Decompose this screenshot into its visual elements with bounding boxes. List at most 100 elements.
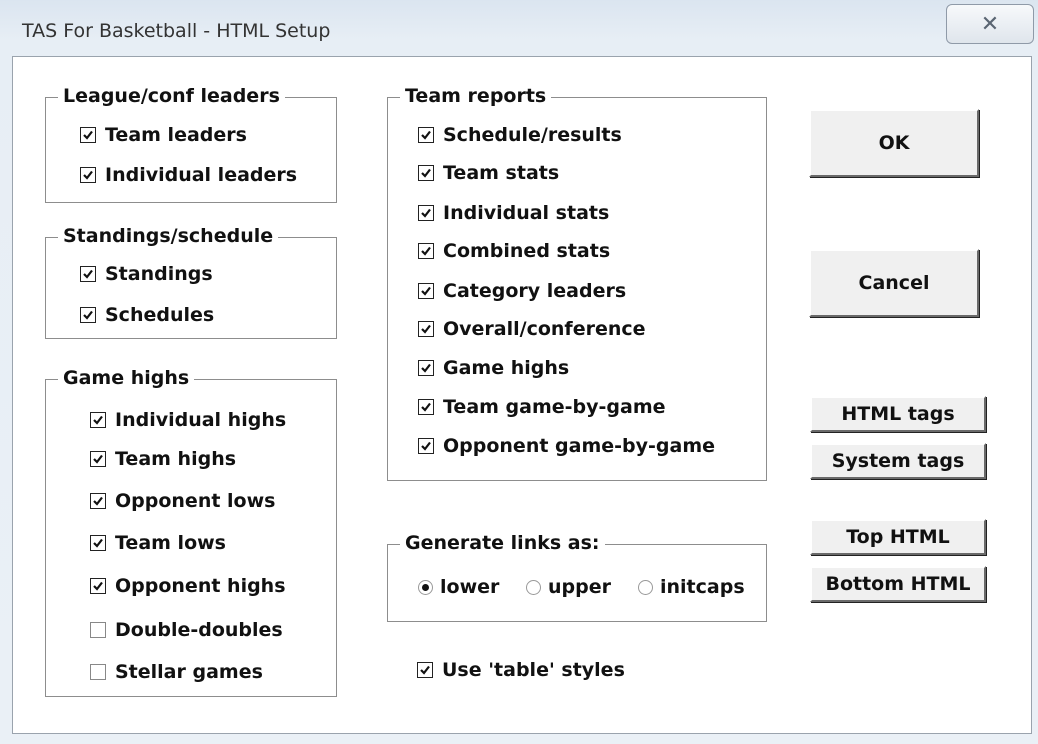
checkbox-category-leaders[interactable]: Category leaders	[418, 279, 626, 303]
league-leaders-group: League/conf leaders Team leaders Individ…	[45, 84, 337, 203]
checkmark-icon	[83, 170, 93, 180]
checkbox-standings[interactable]: Standings	[80, 262, 213, 286]
checkbox-double-doubles[interactable]: Double-doubles	[90, 618, 283, 642]
checkbox-team-lows[interactable]: Team lows	[90, 531, 226, 555]
checkbox-box[interactable]	[80, 307, 96, 323]
checkbox-team-stats[interactable]: Team stats	[418, 161, 559, 185]
checkbox-box[interactable]	[417, 662, 433, 678]
system-tags-button[interactable]: System tags	[810, 443, 986, 479]
checkbox-box[interactable]	[418, 438, 434, 454]
checkmark-icon	[421, 363, 431, 373]
checkmark-icon	[93, 496, 103, 506]
standings-schedule-title: Standings/schedule	[58, 224, 279, 248]
close-icon: ✕	[980, 11, 1000, 37]
checkbox-label: Team lows	[115, 532, 226, 554]
window-title: TAS For Basketball - HTML Setup	[22, 20, 331, 42]
checkmark-icon	[421, 246, 431, 256]
ok-button[interactable]: OK	[809, 109, 979, 177]
checkbox-individual-highs[interactable]: Individual highs	[90, 408, 286, 432]
checkmark-icon	[421, 441, 431, 451]
checkmark-icon	[93, 581, 103, 591]
checkbox-label: Schedules	[105, 304, 215, 326]
standings-schedule-group: Standings/schedule Standings Schedules	[45, 224, 337, 339]
checkbox-box[interactable]	[80, 266, 96, 282]
checkbox-game-highs-report[interactable]: Game highs	[418, 356, 569, 380]
checkbox-box[interactable]	[418, 243, 434, 259]
checkbox-schedules[interactable]: Schedules	[80, 303, 214, 327]
checkbox-box[interactable]	[90, 451, 106, 467]
generate-links-title: Generate links as:	[400, 531, 605, 555]
top-html-button[interactable]: Top HTML	[810, 519, 986, 555]
checkmark-icon	[83, 130, 93, 140]
generate-links-group: Generate links as: lower upper initcaps	[387, 531, 767, 622]
checkmark-icon	[93, 538, 103, 548]
checkbox-team-highs[interactable]: Team highs	[90, 447, 236, 471]
checkbox-box[interactable]	[418, 165, 434, 181]
checkbox-label: Schedule/results	[443, 124, 622, 146]
radio-lower[interactable]: lower	[418, 575, 499, 599]
checkbox-label: Standings	[105, 263, 213, 285]
radio-button[interactable]	[418, 579, 433, 595]
checkbox-opponent-game-by-game[interactable]: Opponent game-by-game	[418, 434, 715, 458]
checkbox-box[interactable]	[90, 412, 106, 428]
checkbox-label: Category leaders	[443, 280, 627, 302]
checkbox-label: Team leaders	[105, 124, 247, 146]
dialog-client-area: League/conf leaders Team leaders Individ…	[12, 56, 1032, 734]
checkbox-label: Opponent game-by-game	[443, 435, 716, 457]
checkbox-schedule-results[interactable]: Schedule/results	[418, 123, 622, 147]
radio-button[interactable]	[638, 579, 653, 595]
checkbox-team-game-by-game[interactable]: Team game-by-game	[418, 395, 666, 419]
checkbox-box[interactable]	[90, 493, 106, 509]
checkbox-box[interactable]	[90, 535, 106, 551]
checkbox-box[interactable]	[80, 127, 96, 143]
league-leaders-title: League/conf leaders	[58, 84, 285, 108]
checkbox-label: Game highs	[443, 357, 570, 379]
checkbox-box[interactable]	[418, 399, 434, 415]
checkbox-opponent-highs[interactable]: Opponent highs	[90, 574, 286, 598]
radio-button[interactable]	[526, 579, 541, 595]
checkbox-team-leaders[interactable]: Team leaders	[80, 123, 247, 147]
checkbox-label: Individual leaders	[105, 164, 298, 186]
radio-label: upper	[548, 576, 611, 598]
checkmark-icon	[83, 269, 93, 279]
checkbox-stellar-games[interactable]: Stellar games	[90, 660, 263, 684]
checkbox-box[interactable]	[418, 321, 434, 337]
radio-initcaps[interactable]: initcaps	[638, 575, 745, 599]
checkbox-use-table-styles[interactable]: Use 'table' styles	[417, 658, 625, 682]
checkmark-icon	[93, 454, 103, 464]
html-tags-button[interactable]: HTML tags	[810, 396, 986, 432]
checkbox-opponent-lows[interactable]: Opponent lows	[90, 489, 275, 513]
checkbox-label: Individual stats	[443, 202, 610, 224]
checkbox-box[interactable]	[418, 360, 434, 376]
checkbox-label: Team highs	[115, 448, 237, 470]
checkbox-label: Double-doubles	[115, 619, 283, 641]
game-highs-group: Game highs Individual highs Team highs O…	[45, 366, 337, 697]
checkmark-icon	[421, 286, 431, 296]
checkbox-box[interactable]	[90, 622, 106, 638]
checkbox-overall-conference[interactable]: Overall/conference	[418, 317, 646, 341]
checkmark-icon	[421, 168, 431, 178]
checkbox-individual-leaders[interactable]: Individual leaders	[80, 163, 297, 187]
checkbox-box[interactable]	[90, 664, 106, 680]
checkmark-icon	[421, 130, 431, 140]
cancel-button[interactable]: Cancel	[809, 249, 979, 317]
checkbox-box[interactable]	[418, 283, 434, 299]
checkbox-label: Opponent lows	[115, 490, 276, 512]
dialog-window: TAS For Basketball - HTML Setup ✕ League…	[0, 0, 1038, 744]
radio-label: lower	[440, 576, 500, 598]
checkbox-label: Team stats	[443, 162, 560, 184]
checkbox-box[interactable]	[90, 578, 106, 594]
checkbox-individual-stats[interactable]: Individual stats	[418, 201, 609, 225]
checkbox-label: Combined stats	[443, 240, 611, 262]
radio-label: initcaps	[660, 576, 745, 598]
checkmark-icon	[421, 324, 431, 334]
radio-upper[interactable]: upper	[526, 575, 611, 599]
bottom-html-button[interactable]: Bottom HTML	[810, 566, 986, 602]
checkbox-box[interactable]	[418, 205, 434, 221]
checkbox-box[interactable]	[80, 167, 96, 183]
team-reports-group: Team reports Schedule/results Team stats…	[387, 84, 767, 481]
close-button[interactable]: ✕	[946, 4, 1034, 44]
game-highs-title: Game highs	[58, 366, 195, 390]
checkbox-combined-stats[interactable]: Combined stats	[418, 239, 610, 263]
checkbox-box[interactable]	[418, 127, 434, 143]
